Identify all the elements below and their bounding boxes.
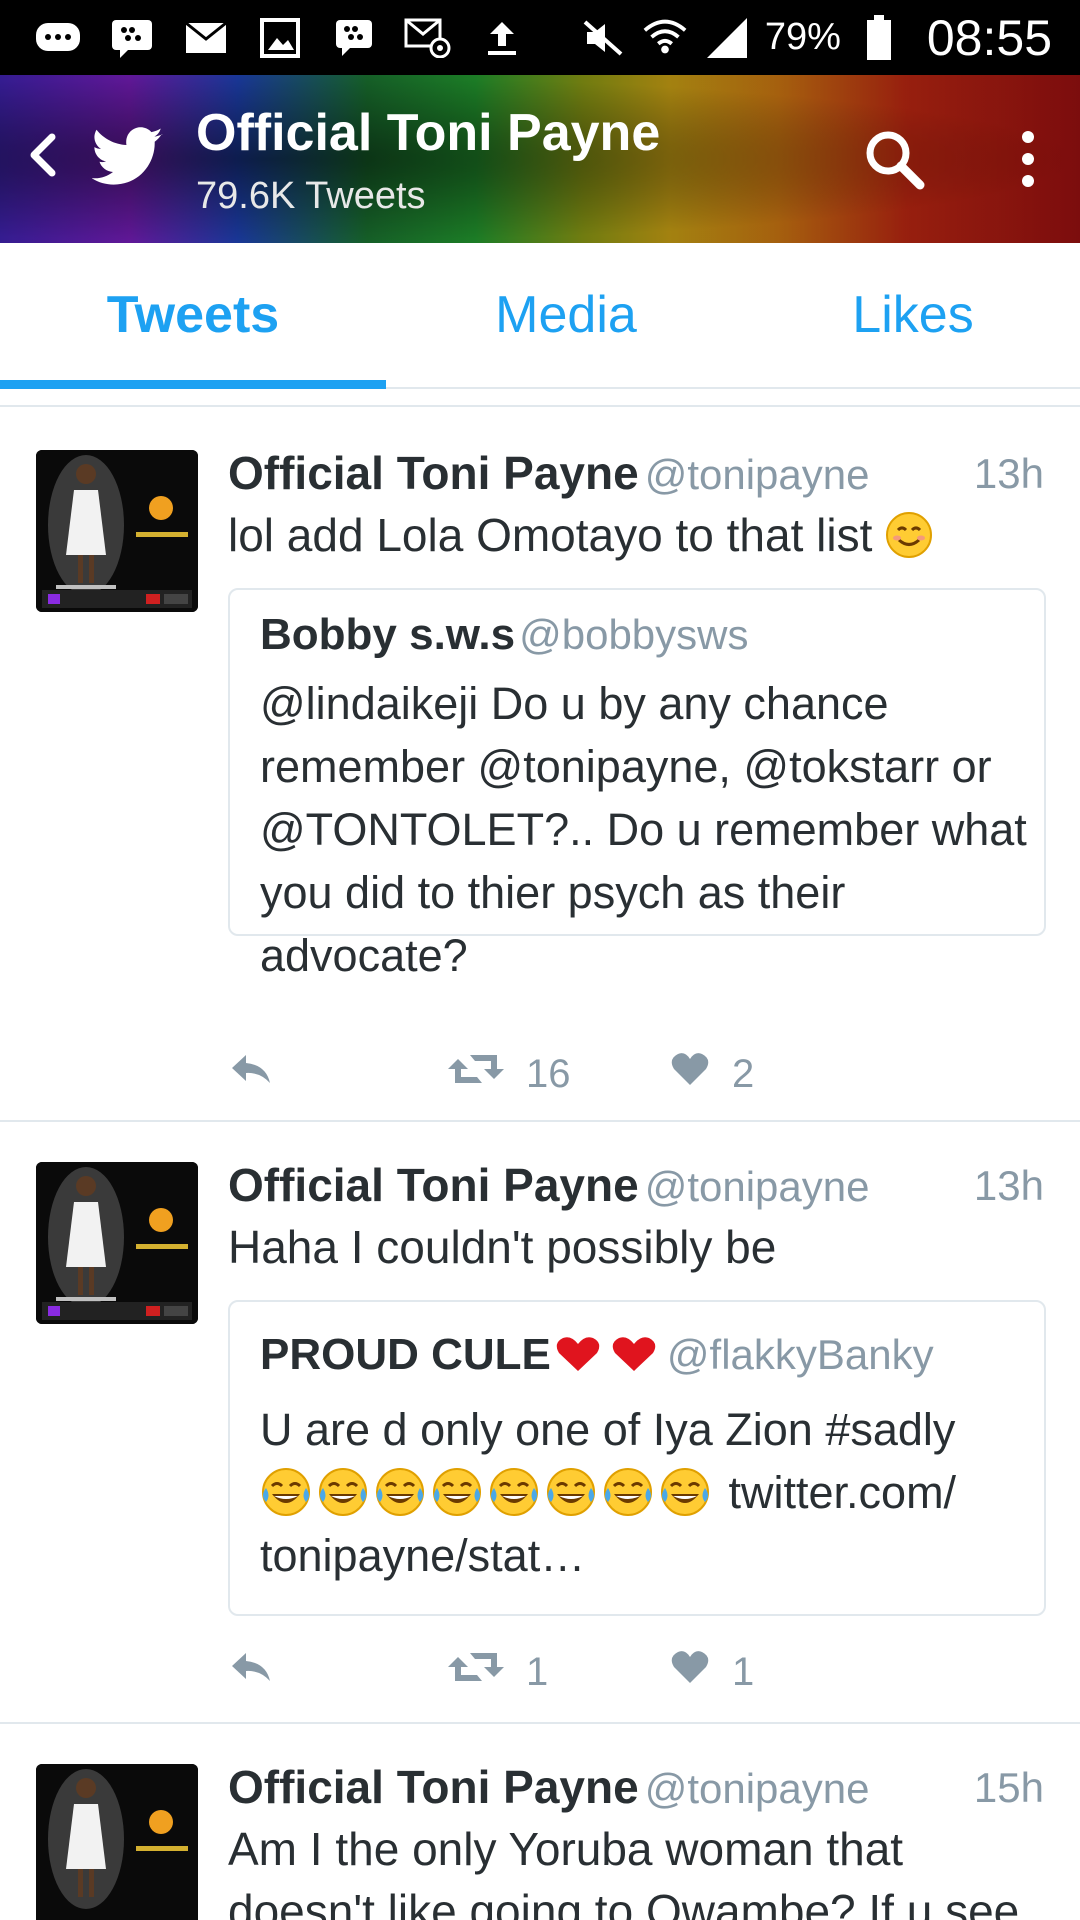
reply-icon [228,1649,274,1695]
retweet-button[interactable]: 16 [448,1044,571,1104]
reply-button[interactable] [228,1044,274,1104]
tweet-header: Official Toni Payne @tonipayne [228,446,869,500]
tweet-author-name[interactable]: Official Toni Payne [228,1761,639,1813]
clock: 08:55 [926,9,1052,66]
retweet-count: 1 [526,1649,549,1694]
tweet-timestamp: 13h [973,450,1044,497]
tweet-text: Am I the only Yoruba woman that doesn't … [228,1823,1020,1920]
tweet-author-name[interactable]: Official Toni Payne [228,1159,639,1211]
profile-header: Official Toni Payne 79.6K Tweets [0,75,1080,243]
mute-icon [579,18,627,58]
quoted-tweet-text: U are d only one of Iya Zion #sadly twit… [260,1398,1030,1587]
tweet-item[interactable]: Official Toni Payne @tonipayne 13h Haha I… [0,1122,1080,1722]
quoted-tweet[interactable]: Bobby s.w.s@bobbysws @lindaikeji Do u by… [228,588,1046,981]
avatar[interactable] [36,450,198,612]
smiling-face-emoji-icon [885,511,933,559]
tweet-count: 79.6K Tweets [196,175,426,217]
tweet-item[interactable]: Official Toni Payne @tonipayne 13h lol ad… [0,408,1080,1120]
red-hearts-emoji-icon [551,1330,663,1379]
like-count: 2 [732,1051,755,1096]
quoted-author-name: PROUD CULE [260,1330,551,1379]
wifi-icon [641,18,689,58]
tweet-author-handle[interactable]: @tonipayne [645,1765,870,1812]
quoted-author-handle: @flakkyBanky [666,1331,934,1378]
tab-tweets[interactable]: Tweets [0,243,386,387]
search-icon[interactable] [860,125,930,195]
battery-percent: 79% [764,16,841,58]
twitter-bird-icon[interactable] [91,127,164,187]
quoted-tweet-header: PROUD CULE @flakkyBanky [260,1330,934,1380]
tweet-author-handle[interactable]: @tonipayne [645,451,870,498]
reply-button[interactable] [228,1642,274,1702]
tab-media[interactable]: Media [386,243,746,387]
tweet-actions: 1 1 [228,1642,1028,1702]
bbm-icon [108,18,156,58]
tweet-header: Official Toni Payne @tonipayne [228,1760,869,1814]
divider [0,405,1080,407]
tweet-timestamp: 13h [973,1162,1044,1209]
signal-icon [703,17,751,58]
back-icon[interactable] [22,125,62,185]
quoted-tweet-text: @lindaikeji Do u by any chance remember … [260,678,1027,981]
heart-icon [670,1649,710,1695]
tweet-author-handle[interactable]: @tonipayne [645,1163,870,1210]
active-tab-indicator [0,380,386,389]
profile-tabs: Tweets Media Likes [0,243,1080,389]
quoted-link-text[interactable]: tonipayne/stat… [260,1524,1030,1587]
quoted-author-name: Bobby s.w.s [260,610,516,659]
messenger-icon [34,18,82,58]
upload-icon [478,18,526,58]
tweet-author-name[interactable]: Official Toni Payne [228,447,639,499]
tweet-text: lol add Lola Omotayo to that list [228,504,1048,566]
like-count: 1 [732,1649,755,1694]
quoted-text-line: twitter.com/ [260,1461,1030,1524]
retweet-icon [448,1051,504,1097]
like-button[interactable]: 2 [670,1044,754,1104]
tweet-text-content: lol add Lola Omotayo to that list [228,509,873,561]
quoted-link-text[interactable]: twitter.com/ [729,1467,957,1518]
tweet-text: Haha I couldn't possibly be [228,1221,777,1273]
quoted-tweet[interactable]: PROUD CULE @flakkyBanky U are d only one … [228,1300,1046,1616]
quoted-author-handle: @bobbysws [519,611,749,658]
battery-icon [855,14,903,60]
tweet-actions: 16 2 [228,1044,1028,1104]
retweet-button[interactable]: 1 [448,1642,548,1702]
quoted-text-line: U are d only one of Iya Zion #sadly [260,1404,956,1455]
mail-icon [182,18,230,58]
avatar[interactable] [36,1162,198,1324]
tears-of-joy-emoji-icon [260,1467,729,1518]
gallery-icon [256,17,304,58]
more-options-icon[interactable] [1010,125,1046,195]
tweet-item[interactable]: Official Toni Payne @tonipayne 15h Am I t… [0,1724,1080,1920]
bbm-chat-icon [330,18,378,58]
avatar[interactable] [36,1764,198,1920]
email-at-icon [404,18,452,58]
quoted-tweet-header: Bobby s.w.s@bobbysws [260,610,749,660]
tweet-header: Official Toni Payne @tonipayne [228,1158,869,1212]
tab-likes[interactable]: Likes [746,243,1080,387]
heart-icon [670,1051,710,1097]
reply-icon [228,1051,274,1097]
status-bar: 79% 08:55 [0,0,1080,75]
retweet-icon [448,1649,504,1695]
header-title: Official Toni Payne [196,104,661,162]
like-button[interactable]: 1 [670,1642,754,1702]
tweet-timestamp: 15h [973,1764,1044,1811]
retweet-count: 16 [526,1051,571,1096]
